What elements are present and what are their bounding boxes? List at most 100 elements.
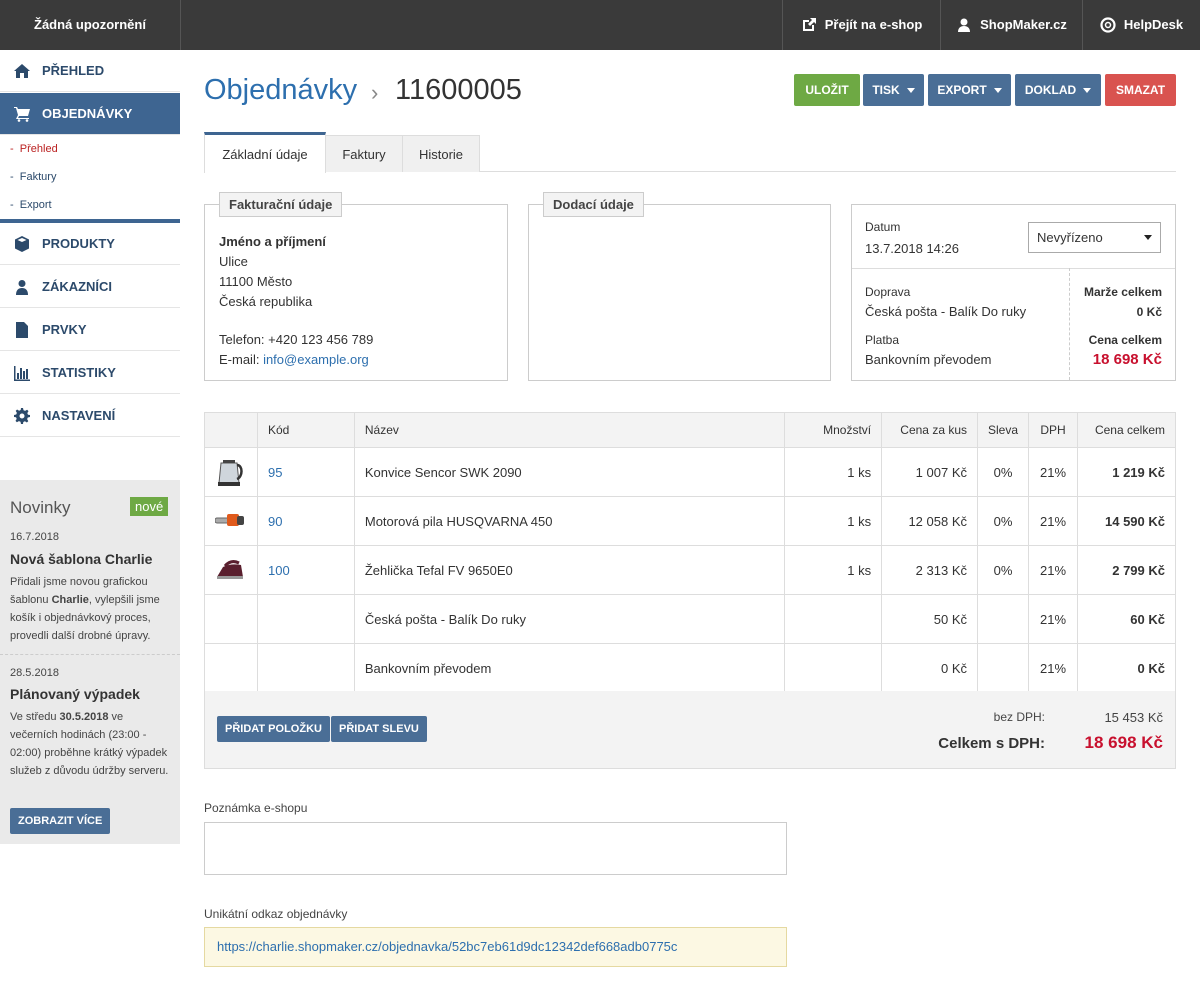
news-text: Ve středu 30.5.2018 ve večerních hodinác… [10, 708, 170, 780]
note-label: Poznámka e-shopu [204, 801, 308, 815]
sidebar-subitem-invoices[interactable]: - Faktury [10, 171, 56, 183]
document-button[interactable]: DOKLAD [1015, 74, 1101, 106]
caret-down-icon [1144, 235, 1152, 240]
save-button[interactable]: ULOŽIT [794, 74, 860, 106]
table-header-image [204, 412, 258, 448]
billing-email-link[interactable]: info@example.org [263, 352, 369, 367]
product-code [256, 643, 355, 693]
tab-invoices[interactable]: Faktury [325, 135, 403, 172]
billing-street: Ulice [219, 254, 248, 269]
document-button-label: DOKLAD [1024, 83, 1077, 97]
product-image-cell [204, 594, 258, 644]
sidebar-item-orders[interactable]: OBJEDNÁVKY [0, 93, 180, 135]
shipping-label: Doprava [865, 285, 911, 299]
sidebar-subitem-label: Faktury [19, 171, 57, 183]
shipping-value: Česká pošta - Balík Do ruky [865, 304, 1027, 319]
billing-panel: Fakturační údaje Jméno a příjmení Ulice … [204, 192, 508, 381]
news-text-part: Ve středu [10, 711, 60, 723]
sidebar-item-label: STATISTIKY [42, 365, 116, 380]
helpdesk-link[interactable]: HelpDesk [1082, 0, 1200, 50]
user-icon [958, 18, 971, 32]
product-unit-price: 2 313 Kč [881, 545, 978, 595]
billing-city: 11100 Město [219, 274, 293, 289]
delete-button[interactable]: SMAZAT [1105, 74, 1176, 106]
sidebar-item-products[interactable]: PRODUKTY [0, 223, 180, 265]
unique-link[interactable]: https://charlie.shopmaker.cz/objednavka/… [204, 927, 787, 967]
sidebar-item-overview[interactable]: PŘEHLED [0, 50, 180, 92]
billing-name: Jméno a příjmení [219, 234, 326, 249]
table-header-code: Kód [256, 412, 355, 448]
table-header-total: Cena celkem [1077, 412, 1176, 448]
delivery-panel: Dodací údaje [528, 192, 831, 381]
product-vat: 21% [1028, 496, 1079, 546]
notifications-label[interactable]: Žádná upozornění [0, 0, 181, 50]
caret-down-icon [906, 87, 915, 93]
sidebar-item-settings[interactable]: NASTAVENÍ [0, 395, 180, 437]
sidebar-item-elements[interactable]: PRVKY [0, 309, 180, 351]
add-discount-button[interactable]: PŘIDAT SLEVU [331, 716, 427, 742]
product-discount [976, 643, 1030, 693]
product-qty: 1 ks [784, 447, 883, 497]
product-qty [784, 643, 883, 693]
sidebar-subitem-export[interactable]: - Export [10, 199, 52, 211]
sidebar-subitem-overview[interactable]: - Přehled [10, 143, 58, 155]
news-title: Nová šablona Charlie [10, 551, 153, 567]
caret-down-icon [1083, 87, 1092, 93]
product-code-link[interactable]: 100 [256, 545, 355, 595]
product-discount: 0% [976, 496, 1030, 546]
sidebar-item-label: OBJEDNÁVKY [42, 106, 133, 121]
sidebar-item-statistics[interactable]: STATISTIKY [0, 352, 180, 394]
product-name: Bankovním převodem [353, 643, 786, 693]
product-code-link[interactable]: 95 [256, 447, 355, 497]
net-total-value: 15 453 Kč [1104, 710, 1163, 725]
user-icon [16, 279, 28, 295]
news-heading: Novinky [10, 498, 71, 517]
payment-value: Bankovním převodem [865, 352, 992, 367]
product-name: Česká pošta - Balík Do ruky [353, 594, 786, 644]
product-vat: 21% [1028, 545, 1079, 595]
billing-legend: Fakturační údaje [219, 192, 343, 217]
export-button[interactable]: EXPORT [928, 74, 1011, 106]
file-icon [16, 321, 28, 338]
delivery-legend: Dodací údaje [543, 192, 644, 217]
product-discount: 0% [976, 545, 1030, 595]
table-header-vat: DPH [1028, 412, 1079, 448]
eshop-link[interactable]: Přejít na e-shop [782, 0, 940, 50]
tab-history[interactable]: Historie [402, 135, 480, 172]
billing-email-row: E-mail: info@example.org [219, 352, 369, 367]
print-button[interactable]: TISK [863, 74, 924, 106]
date-label: Datum [865, 220, 901, 234]
table-row: 100 Žehlička Tefal FV 9650E0 1 ks 2 313 … [204, 545, 1176, 595]
product-unit-price: 1 007 Kč [881, 447, 978, 497]
table-row: Bankovním převodem 0 Kč 21% 0 Kč [204, 643, 1176, 693]
page-title: 11600005 [395, 74, 522, 106]
product-total: 60 Kč [1077, 594, 1176, 644]
gear-icon [14, 407, 30, 424]
table-header-name: Název [353, 412, 786, 448]
sidebar: PŘEHLED OBJEDNÁVKY - Přehled - Faktury -… [0, 50, 180, 998]
note-textarea[interactable] [204, 822, 787, 875]
tab-basic-info[interactable]: Základní údaje [204, 132, 326, 173]
margin-value: 0 Kč [1136, 305, 1162, 319]
product-total: 2 799 Kč [1077, 545, 1176, 595]
news-text-bold: Charlie [51, 594, 89, 606]
show-more-button[interactable]: ZOBRAZIT VÍCE [10, 808, 111, 834]
account-link[interactable]: ShopMaker.cz [940, 0, 1082, 50]
product-image-cell [204, 447, 258, 497]
status-select[interactable]: Nevyřízeno [1028, 222, 1161, 253]
news-text: Přidali jsme novou grafickou šablonu Cha… [10, 573, 170, 645]
product-qty: 1 ks [784, 545, 883, 595]
product-code-link[interactable]: 90 [256, 496, 355, 546]
billing-country: Česká republika [219, 294, 313, 309]
add-item-button[interactable]: PŘIDAT POLOŽKU [217, 716, 330, 742]
news-new-badge: nové [130, 497, 169, 516]
sidebar-item-label: PRVKY [42, 322, 87, 337]
iron-image [217, 559, 243, 579]
product-total: 1 219 Kč [1077, 447, 1176, 497]
total-label: Cena celkem [1088, 333, 1162, 347]
sidebar-item-customers[interactable]: ZÁKAZNÍCI [0, 266, 180, 308]
breadcrumb-orders[interactable]: Objednávky [204, 74, 357, 107]
product-image-cell [204, 545, 258, 595]
export-button-label: EXPORT [937, 83, 987, 97]
table-row: Česká pošta - Balík Do ruky 50 Kč 21% 60… [204, 594, 1176, 644]
